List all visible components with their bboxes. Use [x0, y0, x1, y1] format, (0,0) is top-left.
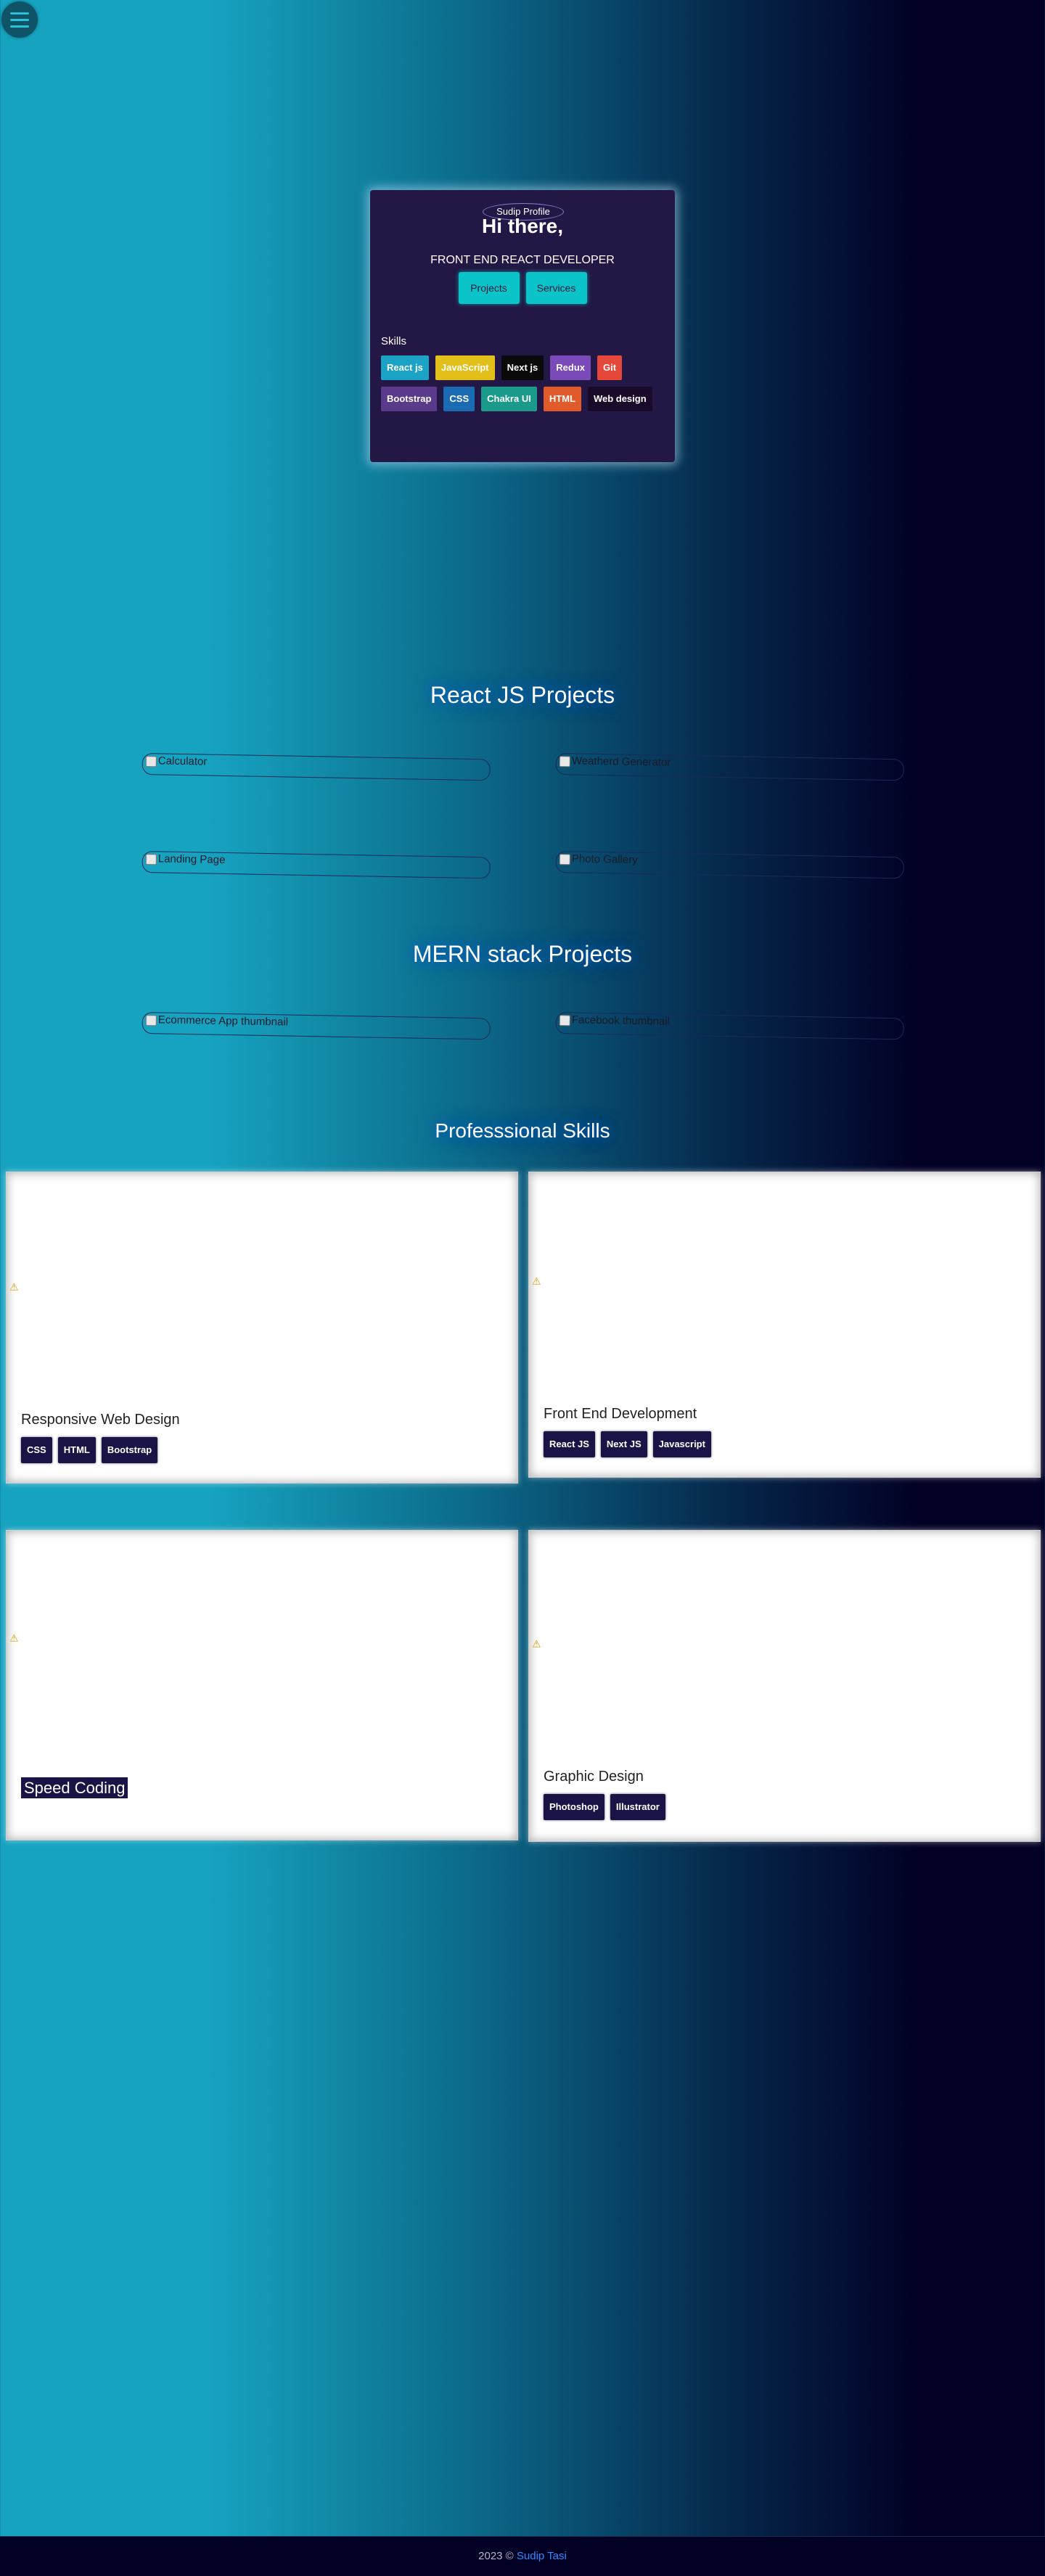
- profile-heading: Hi there,: [481, 215, 564, 237]
- service-card-speed-coding: ⚠ Speed Coding: [6, 1530, 518, 1840]
- project-thumbnail-alt: Calculator: [157, 754, 208, 768]
- broken-image-icon: [145, 756, 157, 768]
- skill-badge-redux: Redux: [550, 355, 591, 380]
- broken-image-icon: [145, 1015, 157, 1026]
- skill-badge-react: React js: [381, 355, 429, 380]
- service-card-title: Responsive Web Design: [21, 1412, 180, 1428]
- project-thumbnail-alt: Facebook thumbnail: [571, 1013, 671, 1028]
- service-tags: React JS Next JS Javascript: [544, 1431, 711, 1457]
- project-thumbnail-alt: Photo Gallery: [571, 852, 638, 866]
- hamburger-icon-bar: [10, 18, 29, 21]
- project-card-facebook[interactable]: Facebook thumbnail: [555, 1012, 904, 1040]
- profile-role: FRONT END REACT DEVELOPER: [430, 254, 615, 266]
- skills-label: Skills: [381, 335, 407, 347]
- footer-copyright: 2023 ©: [478, 2550, 514, 2562]
- service-tag: React JS: [544, 1431, 595, 1457]
- skill-badge-html: HTML: [543, 387, 581, 411]
- service-card-title: Speed Coding: [21, 1777, 128, 1798]
- skill-badge-chakra-ui: Chakra UI: [481, 387, 537, 411]
- service-tag: CSS: [21, 1437, 52, 1463]
- skill-badge-javascript: JavaScript: [435, 355, 495, 380]
- footer: 2023 © Sudip Tasi: [0, 2536, 1045, 2576]
- service-tag: Next JS: [600, 1431, 647, 1457]
- skills-list: React js JavaScript Next js Redux Git Bo…: [381, 355, 664, 411]
- footer-author-link[interactable]: Sudip Tasi: [517, 2550, 567, 2562]
- react-projects-title: React JS Projects: [430, 682, 615, 708]
- service-tags: CSS HTML Bootstrap: [21, 1437, 158, 1463]
- service-card-responsive-web-design: ⚠ Responsive Web Design CSS HTML Bootstr…: [6, 1172, 518, 1484]
- hamburger-icon: [10, 12, 29, 15]
- service-card-front-end-development: ⚠ Front End Development React JS Next JS…: [528, 1172, 1041, 1478]
- project-thumbnail-alt: Ecommerce App thumbnail: [157, 1013, 289, 1029]
- profile-button-row: Projects Services: [370, 272, 675, 304]
- project-card-landing-page[interactable]: Landing Page: [142, 851, 491, 879]
- skill-badge-bootstrap: Bootstrap: [381, 387, 438, 411]
- project-card-photo-gallery[interactable]: Photo Gallery: [555, 851, 904, 879]
- project-thumbnail-alt: Landing Page: [157, 852, 226, 866]
- service-tag: Photoshop: [544, 1794, 605, 1820]
- skill-badge-css: CSS: [443, 387, 475, 411]
- broken-image-icon: ⚠: [532, 1638, 541, 1650]
- broken-image-icon: [559, 756, 570, 768]
- speed-coding-label: Speed Coding: [21, 1777, 128, 1798]
- projects-button[interactable]: Projects: [458, 272, 520, 304]
- broken-image-icon: [559, 1015, 570, 1026]
- service-card-graphic-design: ⚠ Graphic Design Photoshop Illustrator: [528, 1530, 1041, 1842]
- service-tags: Photoshop Illustrator: [544, 1794, 665, 1820]
- service-card-title: Front End Development: [544, 1406, 697, 1422]
- mern-projects-title: MERN stack Projects: [412, 941, 633, 967]
- skill-badge-git: Git: [597, 355, 623, 380]
- service-tag: Javascript: [652, 1431, 711, 1457]
- broken-image-icon: ⚠: [532, 1275, 541, 1287]
- profile-card: Sudip Profile Hi there, FRONT END REACT …: [370, 190, 675, 462]
- broken-image-icon: ⚠: [9, 1632, 19, 1644]
- services-button[interactable]: Services: [525, 272, 587, 304]
- service-tag: Illustrator: [610, 1794, 665, 1820]
- broken-image-icon: [145, 854, 157, 865]
- service-tag: HTML: [57, 1437, 96, 1463]
- broken-image-icon: [559, 854, 570, 865]
- service-tag: Bootstrap: [101, 1437, 158, 1463]
- project-card-calculator[interactable]: Calculator: [142, 753, 491, 781]
- project-card-ecommerce[interactable]: Ecommerce App thumbnail: [142, 1012, 491, 1040]
- professional-skills-title: Professsional Skills: [435, 1119, 610, 1142]
- hamburger-icon-bar: [10, 25, 29, 28]
- service-card-title: Graphic Design: [544, 1769, 644, 1785]
- broken-image-icon: ⚠: [9, 1281, 19, 1293]
- project-card-weather-generator[interactable]: Weatherd Generator: [555, 753, 904, 781]
- project-thumbnail-alt: Weatherd Generator: [571, 754, 671, 769]
- hamburger-menu-button[interactable]: [1, 1, 38, 38]
- skill-badge-web-design: Web design: [587, 387, 652, 411]
- skill-badge-nextjs: Next js: [501, 355, 544, 380]
